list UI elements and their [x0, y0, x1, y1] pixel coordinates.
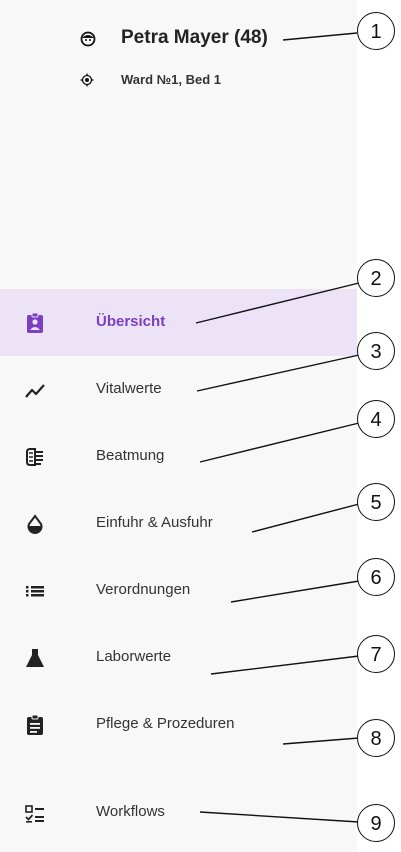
- annotation-lines: [195, 32, 360, 823]
- callout-3: 3: [357, 332, 395, 370]
- callout-7: 7: [357, 635, 395, 673]
- callout-5: 5: [357, 483, 395, 521]
- callout-9: 9: [357, 804, 395, 842]
- callout-8: 8: [357, 719, 395, 757]
- callout-1: 1: [357, 12, 395, 50]
- callout-4: 4: [357, 400, 395, 438]
- callout-2: 2: [357, 259, 395, 297]
- callout-6: 6: [357, 558, 395, 596]
